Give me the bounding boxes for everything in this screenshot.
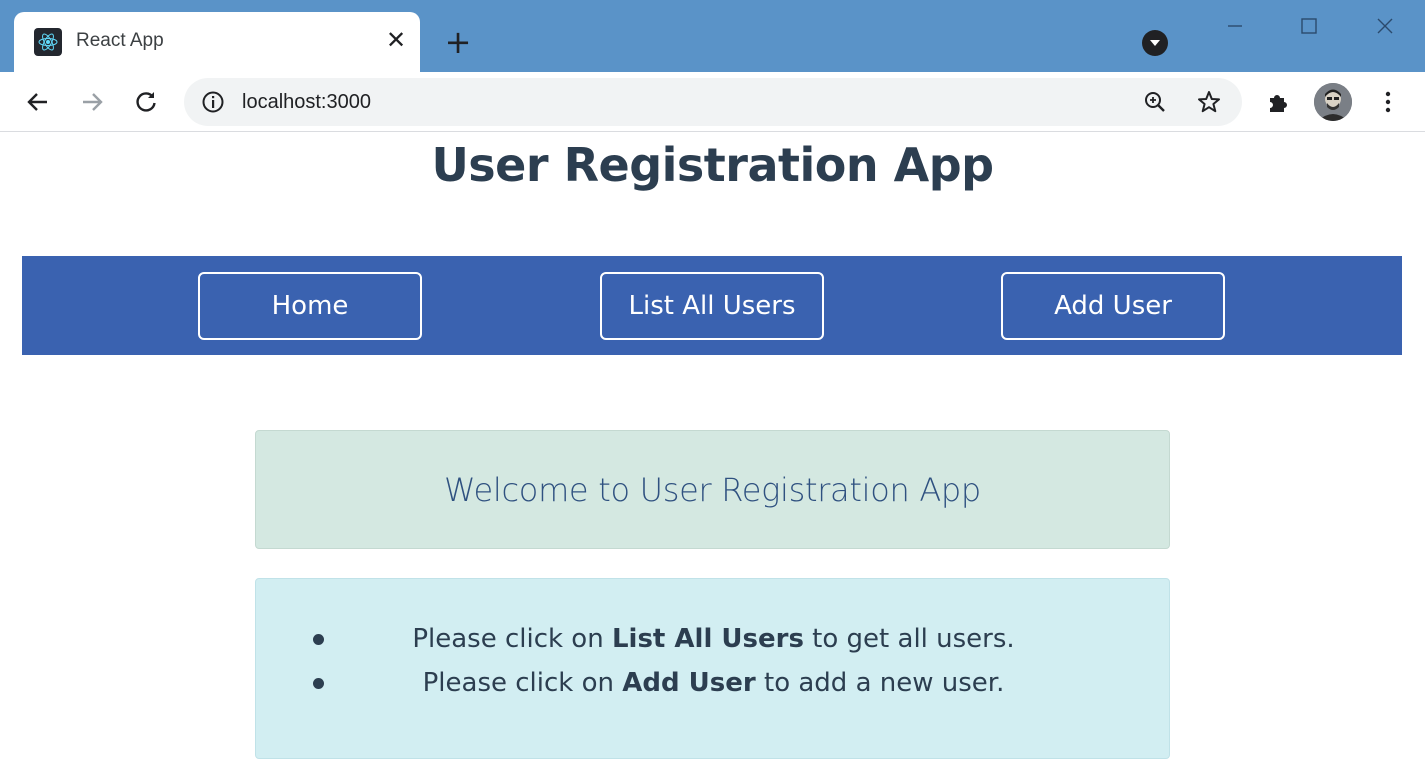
bold-link-text: Add User <box>622 668 756 698</box>
maximize-icon[interactable] <box>1284 6 1334 46</box>
bold-link-text: List All Users <box>611 624 804 654</box>
welcome-alert: Welcome to User Registration App <box>255 430 1170 549</box>
navbar: Home List All Users Add User <box>22 256 1402 355</box>
browser-tab[interactable]: React App ✕ <box>14 12 420 72</box>
list-item: Please click on Add User to add a new us… <box>256 661 1171 705</box>
back-icon[interactable] <box>20 84 56 120</box>
url-text[interactable]: localhost:3000 <box>242 91 371 114</box>
browser-titlebar: React App ✕ + <box>0 0 1425 72</box>
window-close-icon[interactable] <box>1360 6 1410 46</box>
nav-add-user-button[interactable]: Add User <box>1001 272 1225 340</box>
close-icon[interactable]: ✕ <box>382 26 410 54</box>
profile-dropdown-icon[interactable] <box>1142 30 1168 56</box>
extensions-icon[interactable] <box>1260 84 1296 120</box>
reload-icon[interactable] <box>128 84 164 120</box>
browser-toolbar: localhost:3000 <box>0 72 1425 132</box>
nav-list-users-button[interactable]: List All Users <box>600 272 824 340</box>
zoom-icon[interactable] <box>1142 89 1168 119</box>
address-bar[interactable]: localhost:3000 <box>184 78 1242 126</box>
star-icon[interactable] <box>1196 89 1222 119</box>
menu-icon[interactable] <box>1370 84 1406 120</box>
list-item: Please click on List All Users to get al… <box>256 617 1171 661</box>
instructions-alert: Please click on List All Users to get al… <box>255 578 1170 759</box>
minimize-icon[interactable] <box>1210 6 1260 46</box>
info-icon[interactable] <box>200 89 226 119</box>
tab-title: React App <box>76 30 164 51</box>
react-logo-icon <box>34 28 62 56</box>
bullet-icon <box>313 678 324 689</box>
forward-icon[interactable] <box>74 84 110 120</box>
instructions-list: Please click on List All Users to get al… <box>256 617 1171 705</box>
bullet-icon <box>313 634 324 645</box>
avatar[interactable] <box>1314 83 1352 121</box>
nav-home-button[interactable]: Home <box>198 272 422 340</box>
plus-icon[interactable]: + <box>440 24 476 60</box>
welcome-text: Welcome to User Registration App <box>444 470 981 509</box>
page-title: User Registration App <box>431 138 994 192</box>
